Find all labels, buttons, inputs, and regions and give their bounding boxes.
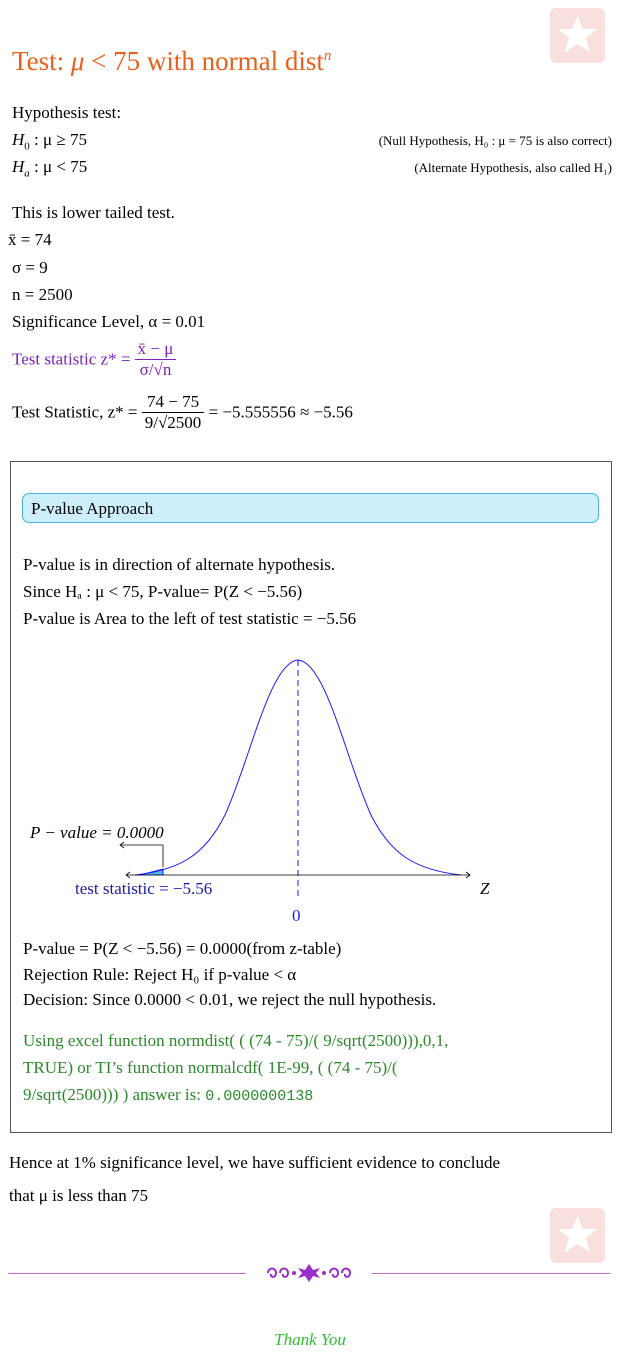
alternate-hypothesis: Ha : μ < 75	[12, 157, 88, 180]
conclusion-line1: Hence at 1% significance level, we have …	[9, 1153, 501, 1172]
alternate-hypothesis-note: (Alternate Hypothesis, also called H₁)	[414, 160, 612, 175]
z-axis-label: Z	[480, 879, 490, 898]
pvalue-direction: P-value is in direction of alternate hyp…	[23, 555, 336, 574]
sample-size: n = 2500	[12, 285, 73, 304]
page-title: Test: μ < 75 with normal distn	[12, 46, 332, 76]
divider-left	[8, 1273, 246, 1274]
rejection-rule: Rejection Rule: Reject H₀ if p-value < α	[23, 965, 297, 984]
tail-type: This is lower tailed test.	[12, 203, 175, 222]
conclusion-line2: that μ is less than 75	[9, 1186, 148, 1205]
test-statistic-formula: Test statistic z* = x̄ − μ σ/√n	[12, 339, 177, 380]
hypothesis-heading: Hypothesis test:	[12, 103, 122, 122]
significance-level: Significance Level, α = 0.01	[12, 312, 206, 331]
sigma-value: σ = 9	[12, 258, 48, 277]
excel-note-line1: Using excel function normdist( ( (74 - 7…	[23, 1031, 449, 1050]
sample-mean: x̄ = 74	[8, 230, 52, 249]
pvalue-area: P-value is Area to the left of test stat…	[23, 609, 357, 628]
thank-you: Thank You	[274, 1330, 346, 1349]
null-hypothesis: H0 : μ ≥ 75	[12, 130, 87, 153]
ornament-icon	[267, 1264, 352, 1282]
pvalue-label: P − value = 0.0000	[30, 823, 164, 842]
pvalue-since: Since Hₐ : μ < 75, P-value= P(Z < −5.56)	[23, 582, 303, 601]
excel-note-line2: TRUE) or TI’s function normalcdf( 1E-99,…	[23, 1058, 398, 1077]
test-statistic-computed: Test Statistic, z* = 74 − 75 9/√2500 = −5…	[12, 392, 353, 432]
watermark-logo-icon	[550, 8, 605, 63]
divider-right	[372, 1273, 610, 1274]
excel-note-line3: 9/sqrt(2500))) ) answer is: 0.0000000138	[23, 1085, 314, 1105]
decision: Decision: Since 0.0000 < 0.01, we reject…	[23, 990, 437, 1009]
pvalue-result: P-value = P(Z < −5.56) = 0.0000(from z-t…	[23, 939, 342, 958]
watermark-logo-icon	[550, 1208, 605, 1263]
test-statistic-label: test statistic = −5.56	[75, 879, 213, 898]
zero-label: 0	[292, 906, 301, 925]
pvalue-approach-header: P-value Approach	[22, 493, 599, 523]
null-hypothesis-note: (Null Hypothesis, H₀ : μ = 75 is also co…	[378, 133, 612, 148]
excel-answer: 0.0000000138	[205, 1088, 314, 1105]
